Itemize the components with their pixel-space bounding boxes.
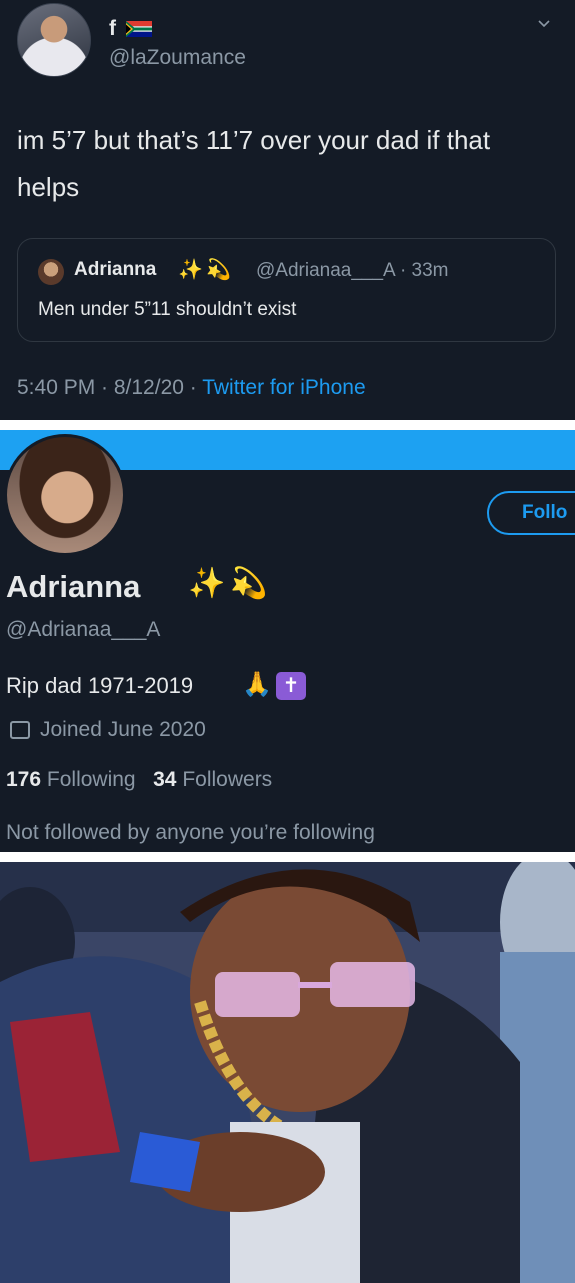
followers-count: 34 [153,768,177,791]
profile-handle: @Adrianaa___A [6,618,161,641]
sparkles-icon: ✨ [178,259,203,281]
not-followed-notice: Not followed by anyone you’re following [6,821,375,844]
following-link[interactable]: 176 Following [6,768,136,791]
tweet-panel: f @laZoumance im 5’7 but that’s 11’7 ove… [0,0,575,420]
following-count: 176 [6,768,42,791]
profile-bio: Rip dad 1971-2019 [6,673,194,698]
reaction-photo [0,862,575,1283]
latin-cross-icon: ✝ [276,672,306,700]
tweet-meta: 5:40 PM · 8/12/20 · Twitter for iPhone [17,376,366,400]
dizzy-icon: 💫 [230,567,268,600]
profile-stats: 176 Following 34 Followers [6,768,272,792]
quoted-tweet[interactable]: Adrianna ✨ 💫 @Adrianaa___A · 33m Men und… [17,238,556,342]
followers-label: Followers [182,768,273,791]
reaction-image [0,862,575,1283]
tweet-timestamp[interactable]: 5:40 PM · 8/12/20 · [17,376,202,399]
south-africa-flag-icon [125,21,152,38]
quoted-handle-time: @Adrianaa___A · 33m [256,260,449,281]
dizzy-icon: 💫 [206,259,231,281]
tweet-author-handle[interactable]: @laZoumance [109,46,246,70]
quoted-avatar[interactable] [38,259,64,285]
avatar[interactable] [17,3,91,77]
calendar-icon [10,721,30,739]
profile-avatar[interactable] [4,434,126,556]
quoted-text: Men under 5”11 shouldn’t exist [38,299,297,320]
tweet-source-link[interactable]: Twitter for iPhone [202,376,365,399]
follow-button[interactable]: Follo [487,491,575,535]
sparkles-icon: ✨ [188,567,226,600]
profile-panel: Follo Adrianna ✨ 💫 @Adrianaa___A Rip dad… [0,430,575,852]
author-name-text: f [109,17,116,40]
tweet-author-name[interactable]: f [109,17,152,41]
followers-link[interactable]: 34 Followers [153,768,272,791]
joined-date: Joined June 2020 [40,718,206,741]
following-label: Following [46,768,136,791]
tweet-text: im 5’7 but that’s 11’7 over your dad if … [17,125,491,202]
quoted-author-name: Adrianna [74,259,157,280]
folded-hands-icon: 🙏 [242,671,272,698]
profile-name: Adrianna [6,569,141,604]
chevron-down-icon[interactable] [538,17,550,29]
